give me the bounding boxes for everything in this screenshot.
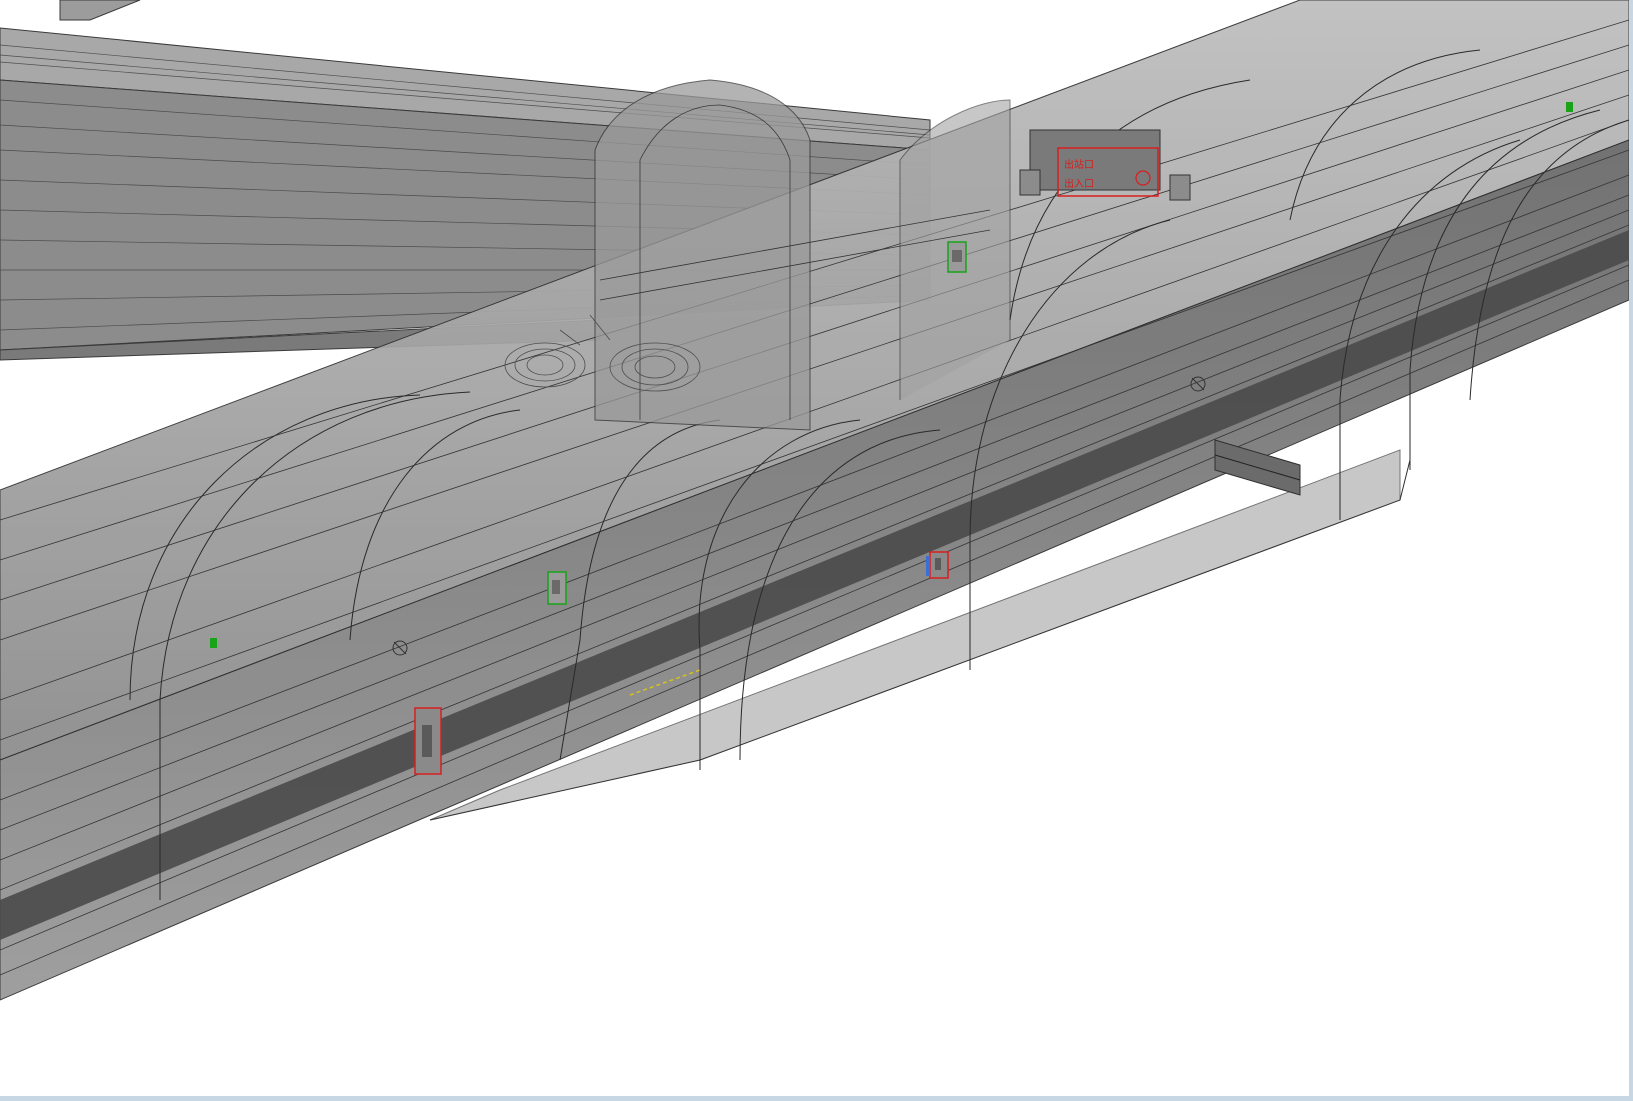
fire-extinguisher-cabinet-icon[interactable] xyxy=(926,551,949,579)
tunnel-wireframe-scene[interactable]: 出站口 出入口 xyxy=(0,0,1629,1096)
emergency-light-icon[interactable] xyxy=(947,241,967,273)
viewport-frame-right xyxy=(1629,0,1633,1101)
fire-extinguisher-cabinet-icon[interactable] xyxy=(414,707,442,775)
3d-model-viewport[interactable]: 出站口 出入口 xyxy=(0,0,1633,1101)
exit-sign-line1: 出站口 xyxy=(1064,158,1094,171)
emergency-light-icon[interactable] xyxy=(1566,102,1573,112)
emergency-light-icon[interactable] xyxy=(210,638,217,648)
emergency-light-icon[interactable] xyxy=(547,571,567,605)
exit-sign-line2: 出入口 xyxy=(1064,177,1094,190)
viewport-frame-bottom xyxy=(0,1096,1633,1101)
